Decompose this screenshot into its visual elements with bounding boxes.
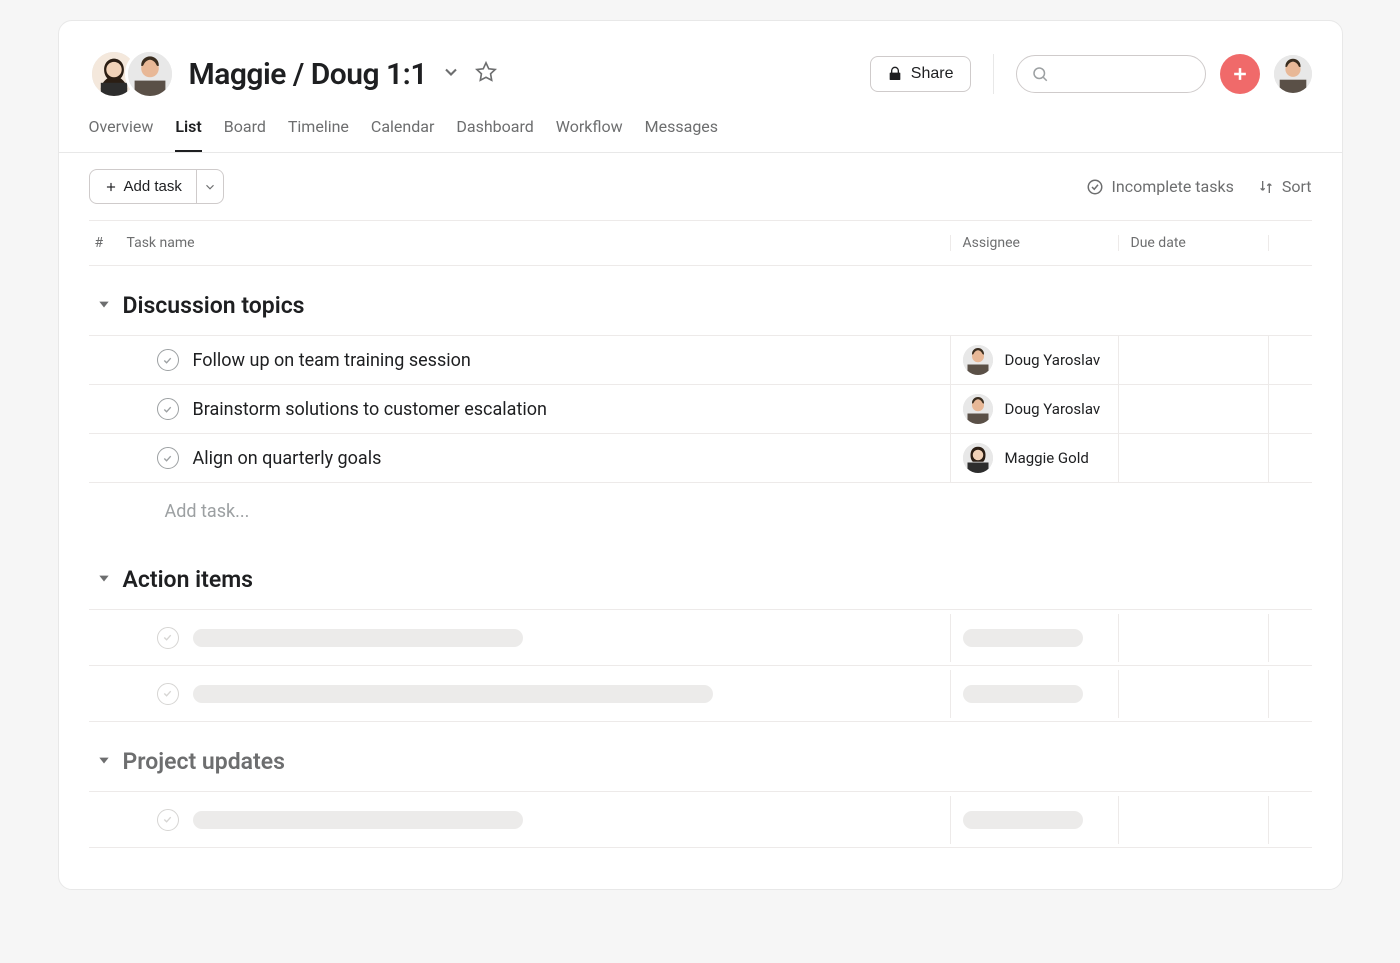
add-task-label: Add task xyxy=(124,178,182,195)
column-hash: # xyxy=(89,235,117,251)
project-menu-dropdown[interactable] xyxy=(441,62,461,86)
search-icon xyxy=(1031,65,1049,83)
column-task-name[interactable]: Task name xyxy=(117,235,950,251)
section-header[interactable]: Action items xyxy=(89,540,1312,609)
task-row[interactable]: Align on quarterly goals Maggie Gold xyxy=(89,434,1312,483)
column-extra[interactable] xyxy=(1268,235,1312,251)
task-row-placeholder xyxy=(89,792,1312,848)
complete-task-checkbox[interactable] xyxy=(157,447,179,469)
search-input[interactable] xyxy=(1016,55,1206,93)
filter-label: Incomplete tasks xyxy=(1112,177,1234,196)
star-icon[interactable] xyxy=(475,61,497,87)
add-task-button[interactable]: Add task xyxy=(89,169,197,204)
task-row-placeholder xyxy=(89,666,1312,722)
project-title: Maggie / Doug 1:1 xyxy=(189,57,428,92)
complete-task-checkbox[interactable] xyxy=(157,398,179,420)
placeholder-text xyxy=(193,811,523,829)
task-rows xyxy=(89,609,1312,722)
section-title: Action items xyxy=(123,566,254,593)
chevron-down-icon xyxy=(203,180,217,194)
task-name: Align on quarterly goals xyxy=(193,448,382,469)
add-task-inline[interactable]: Add task... xyxy=(89,483,1312,540)
global-add-button[interactable] xyxy=(1220,54,1260,94)
tab-timeline[interactable]: Timeline xyxy=(288,117,349,152)
check-circle-icon xyxy=(1086,178,1104,196)
current-user-avatar[interactable] xyxy=(1274,55,1312,93)
section-title: Discussion topics xyxy=(123,292,305,319)
assignee-avatar[interactable] xyxy=(963,394,993,424)
tab-calendar[interactable]: Calendar xyxy=(371,117,434,152)
complete-task-checkbox[interactable] xyxy=(157,627,179,649)
placeholder-assignee xyxy=(963,811,1083,829)
column-assignee[interactable]: Assignee xyxy=(950,235,1118,251)
complete-task-checkbox[interactable] xyxy=(157,683,179,705)
column-due-date[interactable]: Due date xyxy=(1118,235,1268,251)
tab-list[interactable]: List xyxy=(175,117,201,152)
task-row-placeholder xyxy=(89,610,1312,666)
tab-overview[interactable]: Overview xyxy=(89,117,154,152)
avatar-doug[interactable] xyxy=(125,49,175,99)
section-header[interactable]: Discussion topics xyxy=(89,266,1312,335)
task-row[interactable]: Follow up on team training session Doug … xyxy=(89,336,1312,385)
section-caret-icon xyxy=(97,752,111,771)
complete-task-checkbox[interactable] xyxy=(157,349,179,371)
plus-icon xyxy=(104,180,118,194)
lock-icon xyxy=(887,66,903,82)
plus-icon xyxy=(1230,64,1250,84)
project-header: Maggie / Doug 1:1 Share xyxy=(59,21,1342,99)
list-toolbar: Add task Incomplete tasks Sort xyxy=(59,153,1342,220)
task-rows xyxy=(89,791,1312,848)
section-caret-icon xyxy=(97,570,111,589)
share-label: Share xyxy=(911,65,954,83)
placeholder-assignee xyxy=(963,685,1083,703)
header-divider xyxy=(993,54,994,94)
tab-board[interactable]: Board xyxy=(224,117,266,152)
section-title: Project updates xyxy=(123,748,285,775)
tab-messages[interactable]: Messages xyxy=(645,117,718,152)
filter-incomplete-tasks[interactable]: Incomplete tasks xyxy=(1086,177,1234,196)
table-header: # Task name Assignee Due date xyxy=(89,220,1312,266)
project-avatar-pair xyxy=(89,49,175,99)
assignee-name: Maggie Gold xyxy=(1005,449,1089,467)
sort-icon xyxy=(1258,179,1274,195)
sort-button[interactable]: Sort xyxy=(1258,177,1312,196)
assignee-name: Doug Yaroslav xyxy=(1005,400,1101,418)
section: Project updates xyxy=(89,722,1312,848)
complete-task-checkbox[interactable] xyxy=(157,809,179,831)
sort-label: Sort xyxy=(1282,177,1312,196)
assignee-name: Doug Yaroslav xyxy=(1005,351,1101,369)
tab-dashboard[interactable]: Dashboard xyxy=(456,117,533,152)
placeholder-text xyxy=(193,685,713,703)
section-caret-icon xyxy=(97,296,111,315)
share-button[interactable]: Share xyxy=(870,56,971,92)
task-name: Follow up on team training session xyxy=(193,350,471,371)
section: Discussion topics Follow up on team trai… xyxy=(89,266,1312,540)
task-rows: Follow up on team training session Doug … xyxy=(89,335,1312,483)
placeholder-assignee xyxy=(963,629,1083,647)
placeholder-text xyxy=(193,629,523,647)
app-window: Maggie / Doug 1:1 Share Overvi xyxy=(58,20,1343,890)
assignee-avatar[interactable] xyxy=(963,443,993,473)
assignee-avatar[interactable] xyxy=(963,345,993,375)
tab-workflow[interactable]: Workflow xyxy=(556,117,623,152)
section: Action items xyxy=(89,540,1312,722)
add-task-dropdown[interactable] xyxy=(197,169,224,204)
task-row[interactable]: Brainstorm solutions to customer escalat… xyxy=(89,385,1312,434)
task-name: Brainstorm solutions to customer escalat… xyxy=(193,399,547,420)
section-header[interactable]: Project updates xyxy=(89,722,1312,791)
project-tabs: Overview List Board Timeline Calendar Dashboa… xyxy=(59,99,1342,153)
